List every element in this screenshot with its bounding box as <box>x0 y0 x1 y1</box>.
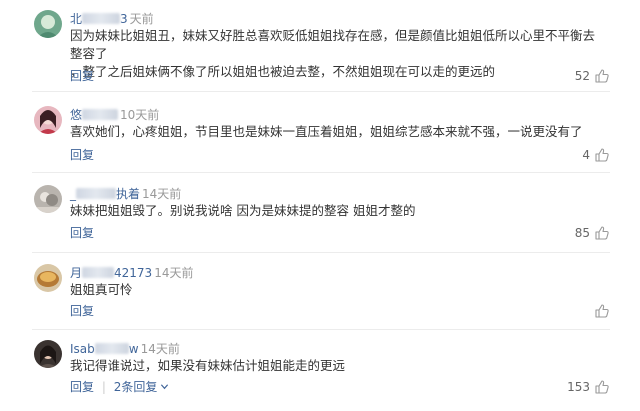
comment-username[interactable]: 悠 10天前 <box>70 106 159 123</box>
reply-button[interactable]: 回复 <box>70 224 94 241</box>
thumbs-up-icon <box>595 226 609 240</box>
divider: | <box>101 380 106 394</box>
comment-text: 妹妹把姐姐毁了。别说我说啥 因为是妹妹提的整容 姐姐才整的 <box>70 203 416 218</box>
blurred-name <box>76 188 116 199</box>
replies-row: 回复 | 2条回复 <box>70 378 169 395</box>
comment-time: 14天前 <box>142 187 182 201</box>
comment-time: 10天前 <box>120 108 160 122</box>
reply-button[interactable]: 回复 <box>70 146 94 163</box>
comment-time: 14天前 <box>140 342 180 356</box>
avatar[interactable] <box>34 185 62 213</box>
comment-username[interactable]: _ 执着 14天前 <box>70 185 181 202</box>
thumbs-up-icon <box>595 148 609 162</box>
avatar[interactable] <box>34 10 62 38</box>
comment-text: 喜欢她们，心疼姐姐，节目里也是妹妹一直压着姐姐，姐姐综艺感本来就不强，一说更没有… <box>70 124 583 139</box>
comment-item: 北 3 天前 因为妹妹比姐姐丑，妹妹又好胜总喜欢贬低姐姐找存在感，但是颜值比姐姐低所… <box>0 0 640 92</box>
thumbs-up-icon <box>595 69 609 83</box>
reply-button[interactable]: 回复 <box>70 380 94 394</box>
blurred-name <box>94 343 129 354</box>
like-button[interactable]: 4 <box>582 146 610 164</box>
like-button[interactable]: 52 <box>575 67 610 85</box>
comment-text: 因为妹妹比姐姐丑，妹妹又好胜总喜欢贬低姐姐找存在感，但是颜值比姐姐低所以心里不平… <box>70 28 596 79</box>
like-count: 85 <box>574 226 590 240</box>
thumbs-up-icon <box>595 380 609 394</box>
comment-time: 14天前 <box>154 266 194 280</box>
reply-button[interactable]: 回复 <box>70 302 94 319</box>
comment-text: 我记得谁说过，如果没有妹妹估计姐姐能走的更远 <box>70 358 346 373</box>
comment-item: 月 42173 14天前 姐姐真可怜 回复 <box>0 253 640 333</box>
blurred-name <box>82 13 121 24</box>
comment-item: _ 执着 14天前 妹妹把姐姐毁了。别说我说啥 因为是妹妹提的整容 姐姐才整的 回复… <box>0 173 640 255</box>
like-button[interactable]: 85 <box>575 224 610 242</box>
avatar[interactable] <box>34 106 62 134</box>
comment-username[interactable]: 月 42173 14天前 <box>70 264 193 281</box>
reply-button[interactable]: 回复 <box>70 67 94 84</box>
thumbs-up-icon <box>595 304 609 318</box>
like-count: 153 <box>567 380 590 394</box>
like-button[interactable] <box>590 302 610 320</box>
comment-username[interactable]: Isab w 14天前 <box>70 340 180 357</box>
view-replies-button[interactable]: 2条回复 <box>114 380 170 394</box>
blurred-name <box>82 109 119 120</box>
avatar[interactable] <box>34 340 62 368</box>
comment-text: 姐姐真可怜 <box>70 282 133 297</box>
comment-username[interactable]: 北 3 天前 <box>70 10 154 27</box>
comment-item: 悠 10天前 喜欢她们，心疼姐姐，节目里也是妹妹一直压着姐姐，姐姐综艺感本来就不强… <box>0 92 640 173</box>
chevron-down-icon <box>161 384 169 390</box>
blurred-name <box>82 267 115 278</box>
comment-item: Isab w 14天前 我记得谁说过，如果没有妹妹估计姐姐能走的更远 回复 | 2条… <box>0 330 640 411</box>
like-button[interactable]: 153 <box>567 378 610 396</box>
like-count: 4 <box>582 148 590 162</box>
avatar[interactable] <box>34 264 62 292</box>
comment-time: 天前 <box>129 12 154 26</box>
like-count: 52 <box>574 69 590 83</box>
